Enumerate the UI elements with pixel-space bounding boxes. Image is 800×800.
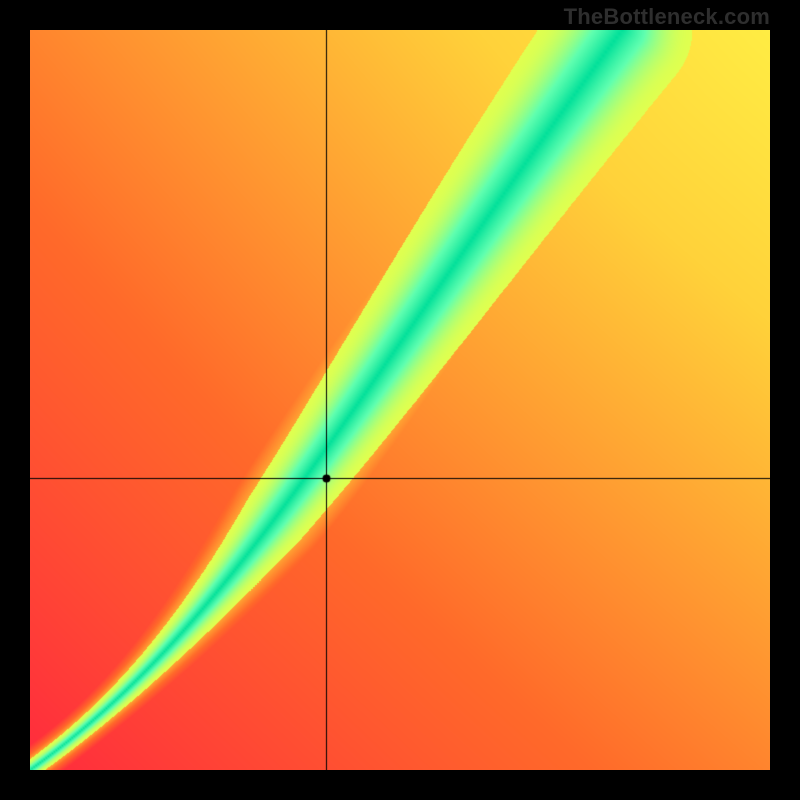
chart-root: TheBottleneck.com [0,0,800,800]
heatmap-canvas [30,30,770,770]
watermark-text: TheBottleneck.com [564,4,770,30]
plot-area [30,30,770,770]
